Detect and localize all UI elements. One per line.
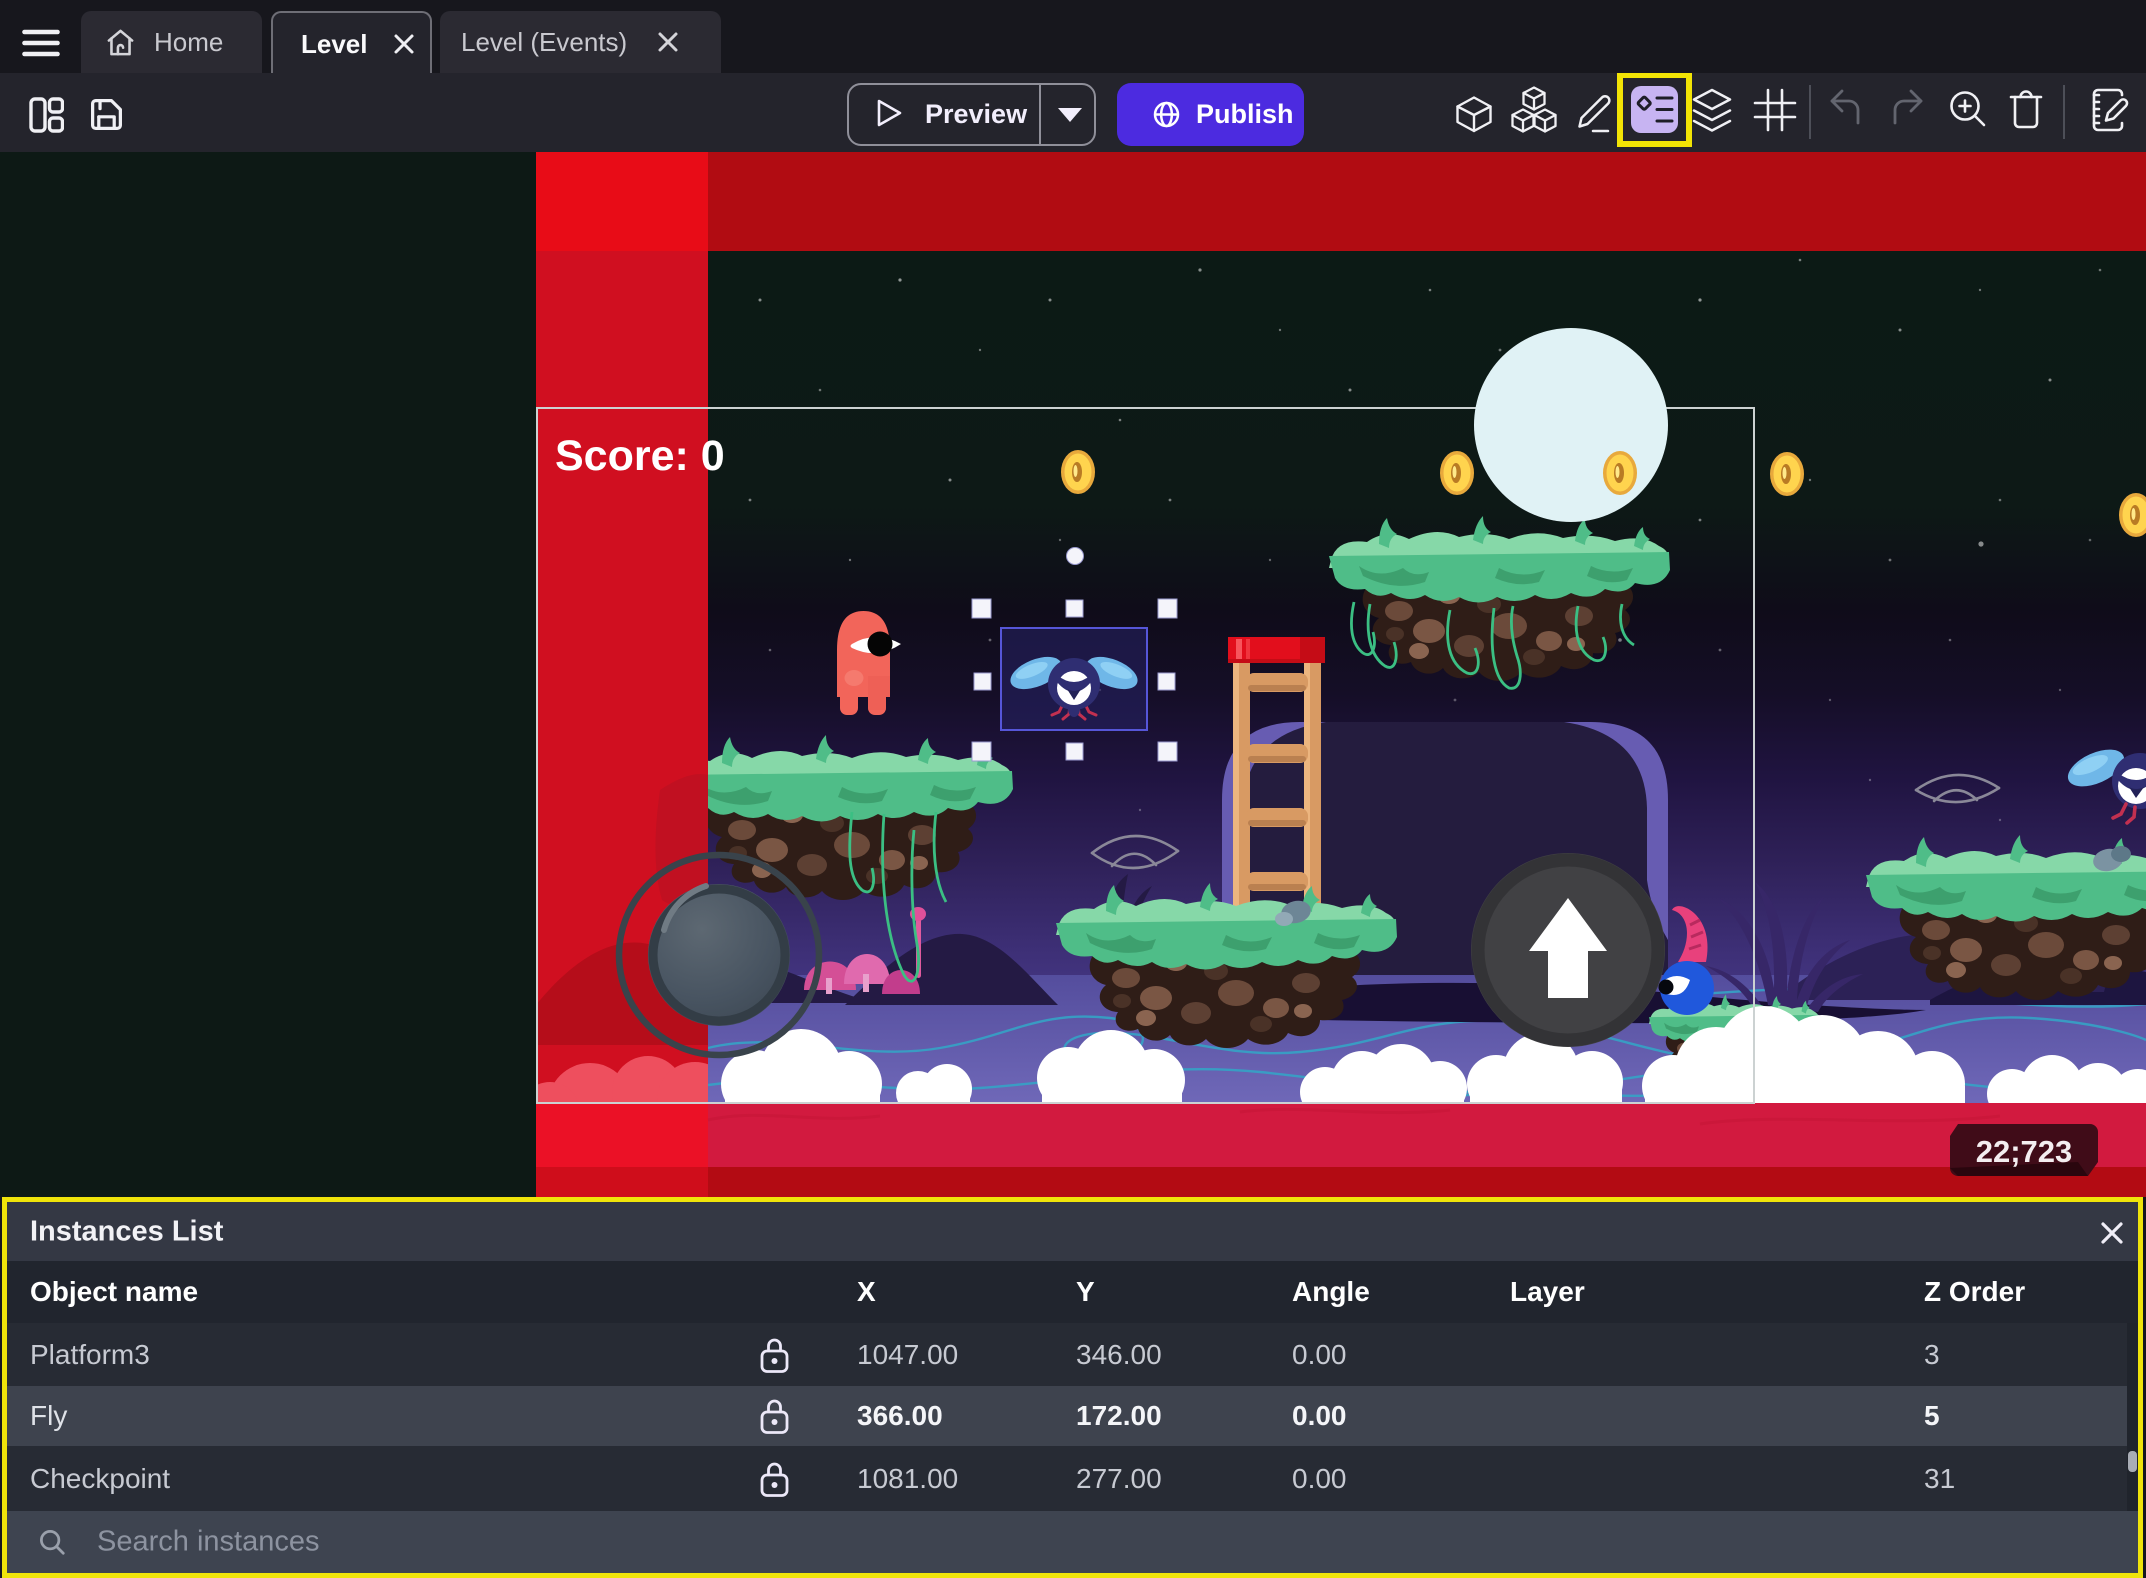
svg-text:Score: 0: Score: 0 (555, 432, 725, 480)
svg-text:22;723: 22;723 (1976, 1134, 2073, 1169)
